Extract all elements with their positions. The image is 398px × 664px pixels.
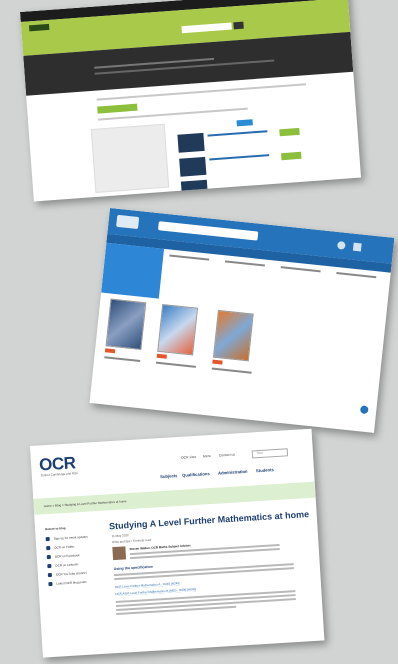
nav-subjects[interactable]: Subjects — [160, 473, 178, 479]
twitter-icon — [46, 545, 51, 551]
sidebar-item-twitter[interactable]: OCR on Twitter — [54, 544, 75, 549]
product-title[interactable] — [336, 272, 377, 279]
new-badge — [156, 353, 167, 359]
breadcrumb-band — [33, 481, 316, 515]
article-title: Studying A Level Further Mathematics at … — [108, 509, 310, 532]
resource-link[interactable] — [207, 130, 268, 137]
resource-thumbnail — [177, 132, 205, 153]
menu-ocr-sites[interactable]: OCR sites — [181, 455, 197, 460]
ocr-tagline: Oxford Cambridge and RSA — [40, 471, 79, 478]
product-title[interactable] — [224, 260, 265, 267]
resource-link[interactable] — [209, 154, 270, 161]
book-title[interactable] — [104, 356, 141, 362]
sidebar-item-latest-posts[interactable]: Latest OCR blog posts — [56, 580, 86, 586]
linkedin-icon — [47, 563, 52, 569]
sidebar-item-email[interactable]: Sign up for email updates — [54, 535, 88, 541]
spec-link-b[interactable]: OCR AS/A Level Further Mathematics B (ME… — [115, 587, 196, 596]
product-title[interactable] — [280, 266, 321, 273]
sort-dropdown[interactable] — [236, 119, 253, 127]
chat-icon[interactable] — [359, 405, 369, 415]
filter-panel[interactable] — [90, 123, 170, 193]
publisher-logo — [116, 214, 140, 230]
email-icon — [45, 536, 50, 542]
facebook-icon — [46, 554, 51, 560]
blog-icon — [48, 581, 53, 587]
menu-button[interactable]: Menu — [203, 454, 212, 459]
author-avatar — [112, 546, 127, 561]
category-hero-block — [101, 242, 165, 299]
sidebar-title[interactable]: Return to blog — [45, 526, 66, 531]
basket-icon[interactable] — [352, 242, 362, 252]
screenshot-cambridge-resources — [20, 0, 362, 202]
resource-add-button[interactable] — [279, 127, 300, 137]
sidebar-item-linkedin[interactable]: OCR on LinkedIn — [55, 562, 78, 567]
nav-qualifications[interactable]: Qualifications — [182, 471, 210, 478]
nav-students[interactable]: Students — [256, 467, 274, 473]
nav-administration[interactable]: Administration — [218, 469, 248, 476]
article-date: 11 May 2020 — [111, 533, 129, 539]
book-cover[interactable] — [212, 309, 254, 362]
sidebar-item-facebook[interactable]: OCR on Facebook — [55, 553, 80, 559]
screenshot-pearson-catalogue — [89, 208, 395, 433]
contact-us-link[interactable]: Contact us — [219, 452, 235, 457]
new-badge — [104, 348, 116, 354]
book-title[interactable] — [211, 367, 252, 374]
section-heading: Using the specification — [113, 564, 154, 572]
youtube-icon — [47, 572, 53, 578]
resource-thumbnail — [180, 179, 209, 200]
header-search-button[interactable] — [233, 21, 244, 30]
screenshot-ocr-blog: OCR Oxford Cambridge and RSA OCR sites M… — [30, 428, 325, 658]
resource-thumbnail — [179, 156, 207, 177]
book-title[interactable] — [155, 361, 196, 368]
search-placeholder: Sea — [256, 450, 264, 456]
product-title[interactable] — [169, 254, 210, 261]
book-cover[interactable] — [157, 303, 199, 356]
green-action-button[interactable] — [97, 103, 138, 114]
new-badge — [212, 359, 223, 365]
book-cover[interactable] — [105, 298, 147, 351]
article-meta: Hints and tips • 5 minute read — [111, 537, 152, 545]
sidebar-item-youtube[interactable]: OCR YouTube channel — [56, 571, 87, 577]
resource-add-button[interactable] — [281, 151, 302, 161]
